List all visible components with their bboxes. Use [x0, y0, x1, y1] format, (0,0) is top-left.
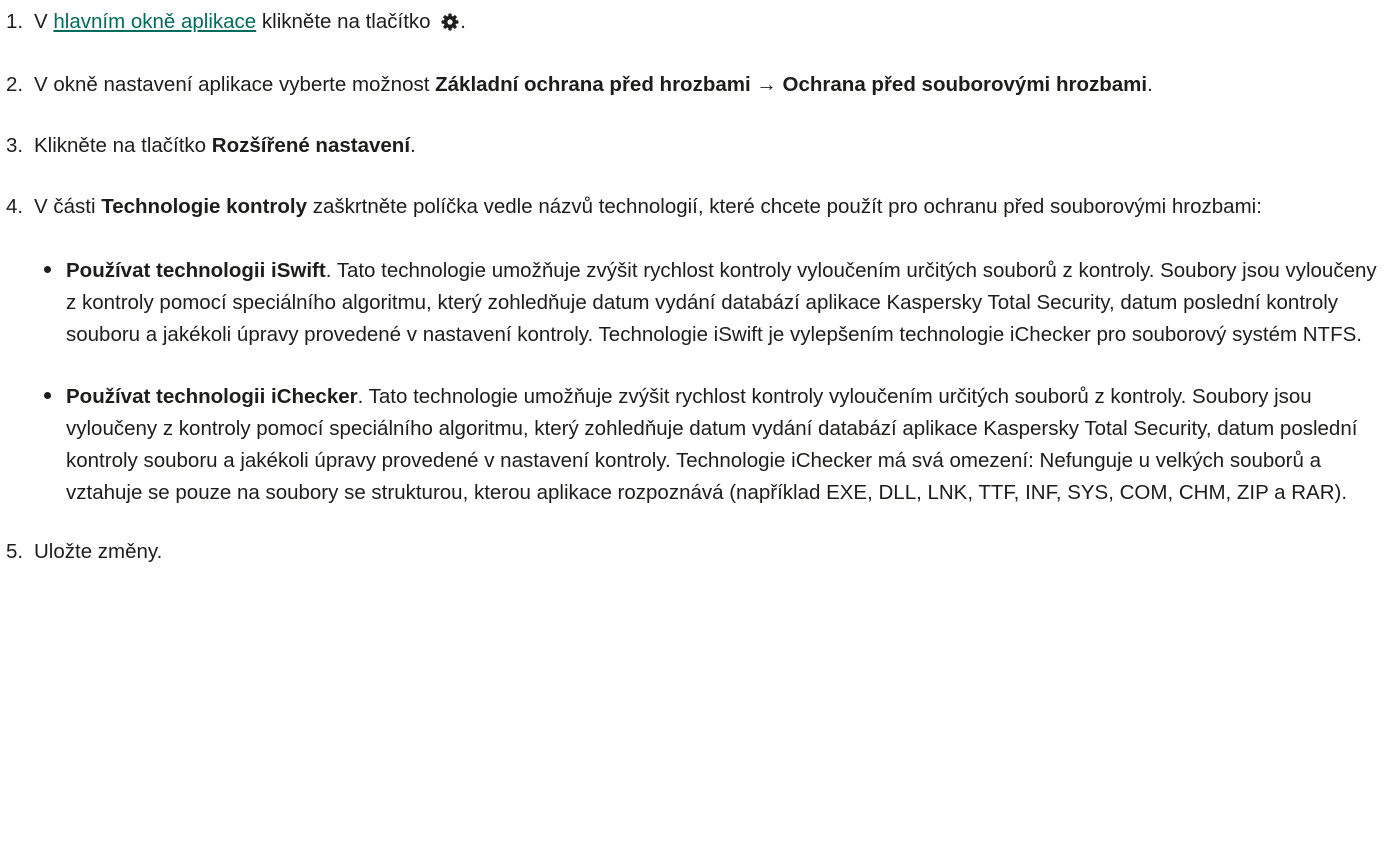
step-number: 4.	[6, 195, 24, 218]
list-item-ichecker: Používat technologii iChecker. Tato tech…	[34, 381, 1386, 509]
main-window-link[interactable]: hlavním okně aplikace	[53, 10, 256, 33]
step-1: 1. V hlavním okně aplikace klikněte na t…	[6, 6, 1386, 38]
step-number: 5.	[6, 540, 24, 563]
step-text: V části Technologie kontroly zaškrtněte …	[34, 191, 1386, 509]
bullet-icon	[34, 381, 66, 509]
step-text: V hlavním okně aplikace klikněte na tlač…	[34, 10, 466, 33]
step-number: 3.	[6, 134, 24, 157]
bullet-icon	[34, 255, 66, 351]
help-article: 1. V hlavním okně aplikace klikněte na t…	[0, 0, 1394, 868]
advanced-settings-label: Rozšířené nastavení	[211, 134, 411, 157]
list-item-iswift: Používat technologii iSwift. Tato techno…	[34, 255, 1386, 351]
step-text: V okně nastavení aplikace vyberte možnos…	[34, 73, 1153, 96]
step-text: Klikněte na tlačítko Rozšířené nastavení…	[34, 134, 416, 157]
iswift-option-label: Používat technologii iSwift	[66, 259, 326, 282]
step-4: 4. V části Technologie kontroly zaškrtně…	[6, 191, 1386, 509]
gear-icon	[441, 13, 459, 31]
scan-technology-section: Technologie kontroly	[101, 195, 307, 218]
step-2: 2. V okně nastavení aplikace vyberte mož…	[6, 69, 1386, 101]
instruction-steps: 1. V hlavním okně aplikace klikněte na t…	[6, 6, 1386, 600]
ichecker-option-label: Používat technologii iChecker	[66, 385, 358, 408]
settings-path: Základní ochrana před hrozbami → Ochrana…	[435, 73, 1148, 96]
technology-list: Používat technologii iSwift. Tato techno…	[34, 255, 1386, 509]
step-number: 1.	[6, 10, 24, 33]
step-5: 5. Uložte změny.	[6, 536, 1386, 568]
step-text: Uložte změny.	[34, 540, 163, 563]
step-3: 3. Klikněte na tlačítko Rozšířené nastav…	[6, 130, 1386, 162]
step-number: 2.	[6, 73, 24, 96]
